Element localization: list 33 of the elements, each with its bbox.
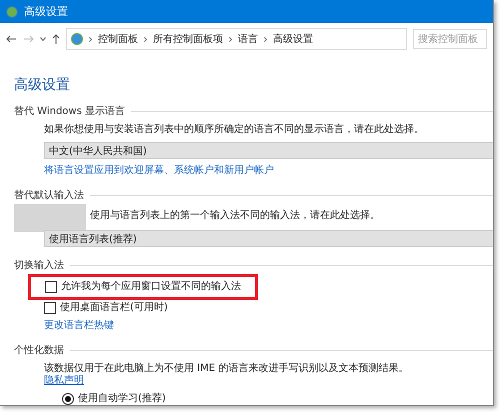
chevron-icon [144,36,147,42]
description: 该数据仅用于在此电脑上为不使用 IME 的语言来改进手写识别以及文本预测结果。 [44,363,410,374]
chevron-icon [229,36,232,42]
chevron-icon[interactable] [40,37,46,41]
privacy-link[interactable]: 隐私声明 [44,375,84,387]
language-dropdown[interactable]: 使用语言列表(推荐) [44,230,493,247]
section-title: 替代默认输入法 [14,190,84,202]
description: 如果你想使用与安装语言列表中的顺序所确定的语言不同的显示语言，请在此处选择。 [44,124,425,136]
radio-label[interactable]: 使用自动学习(推荐) [78,393,166,405]
checkbox[interactable] [45,281,57,293]
back-icon[interactable] [6,35,17,43]
link[interactable]: 将语言设置应用到欢迎屏幕、系统帐户和新用户帐户 [44,165,274,177]
breadcrumb[interactable]: 控制面板 [98,32,138,46]
window-title: 高级设置 [24,4,68,19]
breadcrumb[interactable]: 所有控制面板项 [153,32,223,46]
checkbox-label[interactable]: 允许我为每个应用窗口设置不同的输入法 [61,281,241,293]
breadcrumb[interactable]: 高级设置 [273,32,313,46]
search-field[interactable]: 搜索控制面板 [413,29,487,49]
breadcrumb[interactable]: 语言 [238,32,258,46]
section-title: 个性化数据 [14,344,64,356]
checkbox[interactable] [44,302,56,314]
link[interactable]: 更改语言栏热键 [44,320,114,332]
description: 使用与语言列表上的第一个输入法不同的输入法，请在此处选择。 [90,210,380,222]
section-title: 切换输入法 [14,260,64,272]
checkbox-label[interactable]: 使用桌面语言栏(可用时) [60,302,168,314]
chevron-icon [264,36,267,42]
page-heading: 高级设置 [14,77,71,93]
chevron-icon [89,36,92,42]
address-bar[interactable]: 控制面板 所有控制面板项 语言 高级设置 [66,28,407,50]
language-dropdown[interactable]: 中文(中华人民共和国) [44,142,493,159]
radio-button[interactable] [62,393,74,405]
up-icon[interactable] [52,34,60,44]
section-title: 替代 Windows 显示语言 [14,106,125,118]
